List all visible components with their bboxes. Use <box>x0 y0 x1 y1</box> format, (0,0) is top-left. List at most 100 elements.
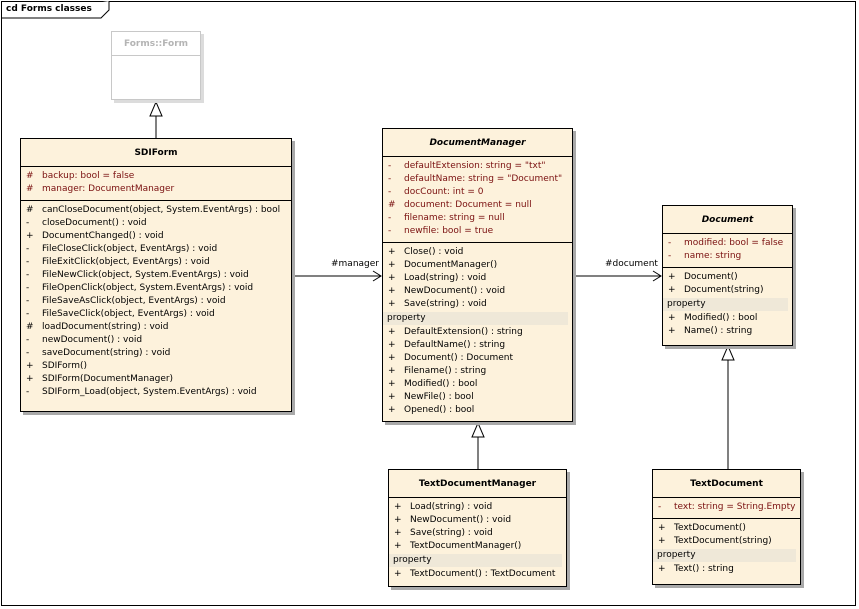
member-text: NewFile() : bool <box>404 392 474 402</box>
operation-row[interactable]: + Save(string) : void <box>383 298 572 311</box>
member-text: newfile: bool = true <box>404 226 494 236</box>
member-text: NewDocument() : void <box>404 286 506 296</box>
class-sdiform[interactable]: SDIForm # backup: bool = false # manager: D… <box>20 138 292 412</box>
member-text: docCount: int = 0 <box>404 187 484 197</box>
operation-row[interactable]: - FileOpenClick(object, System.EventArgs)… <box>21 282 291 295</box>
operation-row[interactable]: + Load(string) : void <box>389 501 566 514</box>
visibility-marker: # <box>26 322 34 332</box>
association-label-manager: #manager <box>331 259 379 269</box>
operation-row[interactable]: + TextDocument() : TextDocument <box>389 568 566 581</box>
attribute-row[interactable]: - defaultExtension: string = "txt" <box>383 160 572 173</box>
visibility-marker: + <box>394 515 402 525</box>
visibility-marker: - <box>26 296 30 306</box>
operation-row[interactable]: + SDIForm() <box>21 360 291 373</box>
member-text: SDIForm() <box>42 361 87 371</box>
member-text: document: Document = null <box>404 200 532 210</box>
attributes-compartment: - text: string = String.Empty <box>653 498 800 519</box>
member-text: newDocument() : void <box>42 335 143 345</box>
visibility-marker: + <box>388 366 396 376</box>
operation-row[interactable]: - saveDocument(string) : void <box>21 347 291 360</box>
operation-row[interactable]: - FileSaveAsClick(object, EventArgs) : vo… <box>21 295 291 308</box>
operation-row[interactable]: + NewDocument() : void <box>389 514 566 527</box>
operation-row[interactable]: + SDIForm(DocumentManager) <box>21 373 291 386</box>
properties-list: + Modified() : bool + Name() : string <box>663 312 792 338</box>
attribute-row[interactable]: - filename: string = null <box>383 212 572 225</box>
visibility-marker: + <box>668 313 676 323</box>
class-name: SDIForm <box>21 139 291 167</box>
operation-row[interactable]: + NewFile() : bool <box>383 391 572 404</box>
class-forms-form[interactable]: Forms::Form <box>111 31 201 100</box>
operation-row[interactable]: + Close() : void <box>383 246 572 259</box>
class-document[interactable]: Document - modified: bool = false - name: s… <box>662 205 793 346</box>
visibility-marker: - <box>388 174 392 184</box>
member-text: DefaultExtension() : string <box>404 327 523 337</box>
attribute-row[interactable]: - name: string <box>663 250 792 263</box>
attribute-row[interactable]: # document: Document = null <box>383 199 572 212</box>
class-documentmanager[interactable]: DocumentManager - defaultExtension: strin… <box>382 128 573 422</box>
attribute-row[interactable]: - docCount: int = 0 <box>383 186 572 199</box>
visibility-marker: + <box>26 231 34 241</box>
member-text: text: string = String.Empty <box>674 502 796 512</box>
operation-row[interactable]: + Text() : string <box>653 563 800 576</box>
attribute-row[interactable]: - defaultName: string = "Document" <box>383 173 572 186</box>
operation-row[interactable]: - FileExitClick(object, EventArgs) : void <box>21 256 291 269</box>
operation-row[interactable]: + Opened() : bool <box>383 404 572 417</box>
attribute-row[interactable]: # backup: bool = false <box>21 170 291 183</box>
class-textdocumentmanager[interactable]: TextDocumentManager + Load(string) : void… <box>388 469 567 587</box>
visibility-marker: + <box>668 285 676 295</box>
member-text: FileCloseClick(object, EventArgs) : void <box>42 244 218 254</box>
attribute-row[interactable]: - newfile: bool = true <box>383 225 572 238</box>
operation-row[interactable]: + DefaultExtension() : string <box>383 326 572 339</box>
operation-row[interactable]: - closeDocument() : void <box>21 217 291 230</box>
operation-row[interactable]: + Load(string) : void <box>383 272 572 285</box>
operation-row[interactable]: + TextDocument(string) <box>653 535 800 548</box>
visibility-marker: + <box>388 327 396 337</box>
class-name: DocumentManager <box>383 129 572 157</box>
operation-row[interactable]: + Filename() : string <box>383 365 572 378</box>
operation-row[interactable]: + TextDocumentManager() <box>389 540 566 553</box>
member-text: SDIForm_Load(object, System.EventArgs) :… <box>42 387 257 397</box>
member-text: Name() : string <box>684 326 753 336</box>
stereotype-property: property <box>663 298 788 311</box>
operation-row[interactable]: + Name() : string <box>663 325 792 338</box>
operation-row[interactable]: + Modified() : bool <box>383 378 572 391</box>
stereotype-property: property <box>383 312 568 325</box>
operation-row[interactable]: + DefaultName() : string <box>383 339 572 352</box>
member-text: Document() : Document <box>404 353 514 363</box>
operation-row[interactable]: + Modified() : bool <box>663 312 792 325</box>
operation-row[interactable]: + DocumentManager() <box>383 259 572 272</box>
visibility-marker: + <box>388 286 396 296</box>
operations-list: + Close() : void + DocumentManager() + Load(s… <box>383 246 572 311</box>
visibility-marker: # <box>388 200 396 210</box>
operation-row[interactable]: - newDocument() : void <box>21 334 291 347</box>
operation-row[interactable]: + Document(string) <box>663 284 792 297</box>
generalization-arrow-sdiform <box>149 100 163 117</box>
operation-row[interactable]: - FileSaveClick(object, EventArgs) : void <box>21 308 291 321</box>
properties-list: + Text() : string <box>653 563 800 576</box>
operation-row[interactable]: - SDIForm_Load(object, System.EventArgs) … <box>21 386 291 399</box>
class-textdocument[interactable]: TextDocument - text: string = String.Empt… <box>652 469 801 585</box>
member-text: Filename() : string <box>404 366 487 376</box>
visibility-marker: + <box>658 523 666 533</box>
operation-row[interactable]: + NewDocument() : void <box>383 285 572 298</box>
attribute-row[interactable]: - text: string = String.Empty <box>653 501 800 514</box>
member-text: canCloseDocument(object, System.EventArg… <box>42 205 281 215</box>
attribute-row[interactable]: - modified: bool = false <box>663 237 792 250</box>
operation-row[interactable]: - FileNewClick(object, System.EventArgs) … <box>21 269 291 282</box>
member-text: TextDocumentManager() <box>410 541 522 551</box>
operation-row[interactable]: + Document() <box>663 271 792 284</box>
operation-row[interactable]: + DocumentChanged() : void <box>21 230 291 243</box>
operation-row[interactable]: + TextDocument() <box>653 522 800 535</box>
operation-row[interactable]: + Document() : Document <box>383 352 572 365</box>
attribute-row[interactable]: # manager: DocumentManager <box>21 183 291 196</box>
operation-row[interactable]: # canCloseDocument(object, System.EventAr… <box>21 204 291 217</box>
visibility-marker: - <box>388 213 392 223</box>
visibility-marker: + <box>394 528 402 538</box>
operation-row[interactable]: # loadDocument(string) : void <box>21 321 291 334</box>
operation-row[interactable]: - FileCloseClick(object, EventArgs) : voi… <box>21 243 291 256</box>
visibility-marker: + <box>388 353 396 363</box>
visibility-marker: + <box>668 272 676 282</box>
member-text: closeDocument() : void <box>42 218 147 228</box>
operation-row[interactable]: + Save(string) : void <box>389 527 566 540</box>
generalization-arrow-textdocument <box>721 344 735 361</box>
